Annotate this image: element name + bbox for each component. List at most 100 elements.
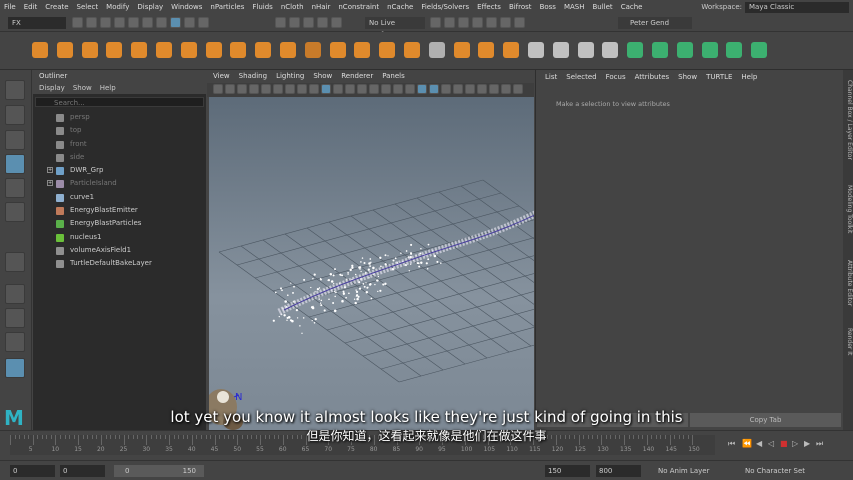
shelf-tool-icon[interactable] [56, 42, 73, 58]
menu-edit[interactable]: Edit [20, 3, 42, 11]
shelf-tool-icon[interactable] [280, 42, 296, 58]
outliner-item[interactable]: volumeAxisField1 [33, 244, 206, 257]
live-surface-field[interactable]: No Live Surface [365, 17, 425, 39]
snap-curve-icon[interactable] [289, 17, 300, 28]
outliner-item[interactable]: nucleus1 [33, 231, 206, 244]
viewport-tool-icon[interactable] [513, 84, 523, 94]
viewport-tool-icon[interactable] [381, 84, 391, 94]
component-mode-icon[interactable] [170, 17, 181, 28]
viewport-tool-icon[interactable] [297, 84, 307, 94]
viewport-tool-icon[interactable] [465, 84, 475, 94]
viewport-canvas[interactable]: N [205, 97, 664, 430]
outliner-search-input[interactable]: Search... [35, 97, 204, 107]
viewport-tool-icon[interactable] [237, 84, 247, 94]
shelf-tool-icon[interactable] [230, 42, 247, 58]
menu-bifrost[interactable]: Bifrost [505, 3, 536, 11]
four-view-layout-icon[interactable] [5, 308, 25, 328]
shelf-tool-icon[interactable] [701, 42, 718, 58]
viewport-tool-icon[interactable] [429, 84, 439, 94]
tab-attribute-editor[interactable]: Attribute Editor [843, 260, 853, 306]
menu-create[interactable]: Create [41, 3, 72, 11]
shelf-tool-icon[interactable] [255, 42, 272, 58]
ipr-render-icon[interactable] [444, 17, 455, 28]
mask-icon[interactable] [198, 17, 209, 28]
anim-layer-dropdown[interactable]: No Anim Layer [648, 465, 733, 477]
select-by-type-icon[interactable] [184, 17, 195, 28]
lasso-tool-icon[interactable] [5, 105, 25, 125]
menu-cache[interactable]: Cache [617, 3, 647, 11]
shelf-tool-icon[interactable] [652, 42, 668, 58]
viewport-tool-icon[interactable] [285, 84, 295, 94]
attribute-menu-turtle[interactable]: TURTLE [706, 70, 732, 84]
menu-mash[interactable]: MASH [560, 3, 589, 11]
viewport-menu-renderer[interactable]: Renderer [341, 70, 373, 83]
viewport-tool-icon[interactable] [345, 84, 355, 94]
shelf-tool-icon[interactable] [428, 42, 445, 58]
snap-surface-icon[interactable] [331, 17, 342, 28]
attribute-menu-focus[interactable]: Focus [606, 70, 626, 84]
rotate-tool-icon[interactable] [5, 178, 25, 198]
outliner-menu-show[interactable]: Show [73, 82, 92, 94]
outliner-menu-help[interactable]: Help [100, 82, 116, 94]
scene-end-field[interactable]: 800 [596, 465, 641, 477]
outliner-menu-display[interactable]: Display [39, 82, 65, 94]
attribute-menu-attributes[interactable]: Attributes [635, 70, 670, 84]
render-icon[interactable] [430, 17, 441, 28]
shelf-tool-icon[interactable] [106, 42, 123, 58]
menu-windows[interactable]: Windows [167, 3, 206, 11]
menu-nconstraint[interactable]: nConstraint [334, 3, 383, 11]
viewport-menu-view[interactable]: View [213, 70, 230, 83]
attribute-menu-help[interactable]: Help [741, 70, 757, 84]
viewport-menu-show[interactable]: Show [313, 70, 332, 83]
menu-modify[interactable]: Modify [102, 3, 133, 11]
workspace-dropdown[interactable]: Maya Classic [745, 1, 849, 13]
viewport-tool-icon[interactable] [477, 84, 487, 94]
outliner-layout-icon[interactable] [5, 358, 25, 378]
shelf-tool-icon[interactable] [131, 42, 148, 58]
snap-point-icon[interactable] [303, 17, 314, 28]
shelf-tool-icon[interactable] [478, 42, 495, 58]
shelf-tool-icon[interactable] [354, 42, 371, 58]
scene-start-field[interactable]: 0 [10, 465, 55, 477]
outliner-item[interactable]: EnergyBlastEmitter [33, 204, 206, 217]
shelf-tool-icon[interactable] [602, 42, 619, 58]
tab-channel-box[interactable]: Channel Box / Layer Editor [843, 80, 853, 160]
outliner-item[interactable]: front [33, 138, 206, 151]
viewport-tool-icon[interactable] [369, 84, 379, 94]
tab-render-it[interactable]: Render It [843, 328, 853, 355]
shelf-tool-icon[interactable] [304, 42, 321, 58]
hierarchy-mode-icon[interactable] [142, 17, 153, 28]
shelf-tool-icon[interactable] [81, 42, 98, 58]
hypershade-icon[interactable] [472, 17, 483, 28]
viewport-tool-icon[interactable] [501, 84, 511, 94]
menu-select[interactable]: Select [73, 3, 103, 11]
range-slider[interactable]: 0 150 [114, 465, 204, 477]
outliner-item[interactable]: side [33, 151, 206, 164]
viewport-tool-icon[interactable] [453, 84, 463, 94]
viewport-tool-icon[interactable] [213, 84, 223, 94]
expand-icon[interactable]: + [47, 180, 53, 187]
outliner-item[interactable]: TurtleDefaultBakeLayer [33, 257, 206, 270]
menu-fields-solvers[interactable]: Fields/Solvers [417, 3, 473, 11]
outliner-item[interactable]: + DWR_Grp [33, 164, 206, 177]
viewport-tool-icon[interactable] [249, 84, 259, 94]
menu-bullet[interactable]: Bullet [589, 3, 617, 11]
shelf-tool-icon[interactable] [676, 42, 693, 58]
object-mode-icon[interactable] [156, 17, 167, 28]
snap-view-icon[interactable] [317, 17, 328, 28]
paint-select-tool-icon[interactable] [5, 130, 25, 150]
character-set-dropdown[interactable]: No Character Set [735, 465, 815, 477]
render-view-icon[interactable] [486, 17, 497, 28]
outliner-item[interactable]: EnergyBlastParticles [33, 217, 206, 230]
two-view-layout-icon[interactable] [5, 332, 25, 352]
outliner-item[interactable]: persp [33, 111, 206, 124]
new-scene-icon[interactable] [72, 17, 83, 28]
menu-nhair[interactable]: nHair [308, 3, 335, 11]
outliner-item[interactable]: + ParticleIsland [33, 177, 206, 190]
viewport-tool-icon[interactable] [393, 84, 403, 94]
redo-icon[interactable] [128, 17, 139, 28]
viewport-tool-icon[interactable] [405, 84, 415, 94]
save-scene-icon[interactable] [100, 17, 111, 28]
viewport-tool-icon[interactable] [357, 84, 367, 94]
single-view-layout-icon[interactable] [5, 284, 25, 304]
